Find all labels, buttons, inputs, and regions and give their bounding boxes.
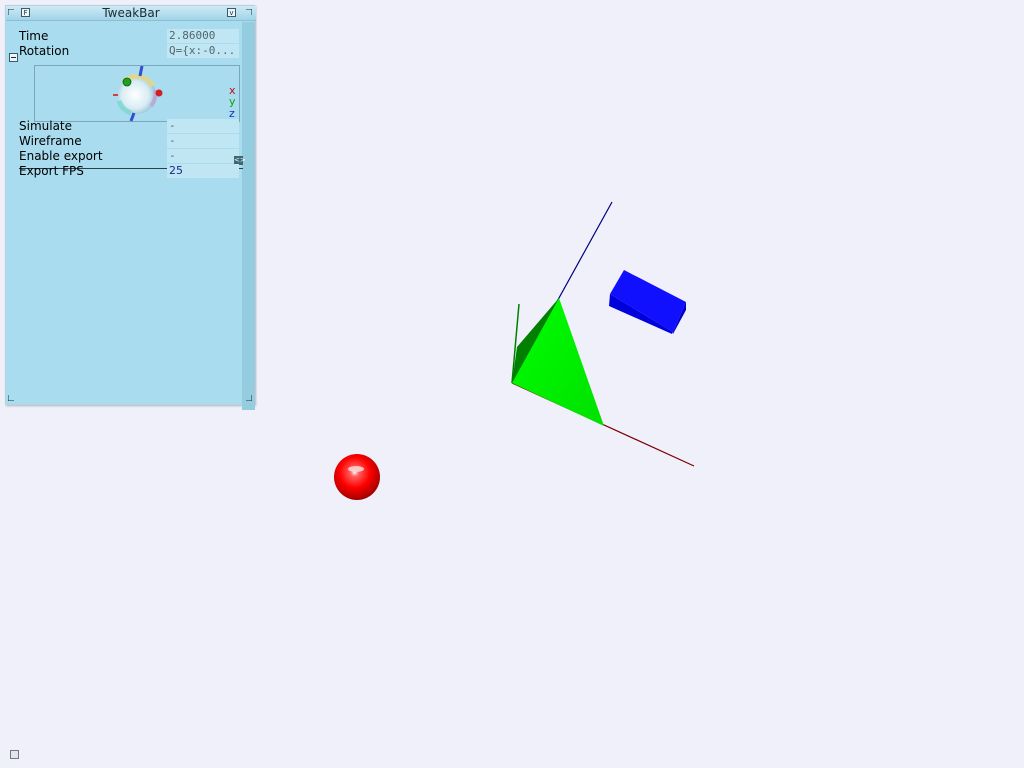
rotation-label: Rotation bbox=[19, 44, 70, 58]
row-time: Time 2.86000 bbox=[19, 29, 242, 44]
scrollbar[interactable] bbox=[242, 22, 255, 410]
resize-corner-bottom-left-icon[interactable] bbox=[8, 395, 14, 401]
time-label: Time bbox=[19, 29, 49, 43]
row-simulate[interactable]: Simulate - bbox=[19, 119, 242, 134]
tweakbar-panel[interactable]: F TweakBar v Time 2.86000 Rotation Q={x:… bbox=[5, 5, 256, 410]
tweakbar-titlebar[interactable]: F TweakBar v bbox=[6, 6, 256, 21]
row-rotation[interactable]: Rotation Q={x:-0... bbox=[19, 44, 242, 59]
simulate-label: Simulate bbox=[19, 119, 73, 133]
time-value: 2.86000 bbox=[167, 29, 239, 43]
row-export-fps[interactable]: Export FPS 25 bbox=[19, 164, 242, 179]
rotation-widget[interactable]: x y z bbox=[34, 65, 240, 122]
resize-corner-top-right-icon[interactable] bbox=[246, 9, 252, 15]
rotation-value[interactable]: Q={x:-0... bbox=[167, 44, 239, 58]
simulate-value[interactable]: - bbox=[167, 119, 239, 133]
enable-export-value[interactable]: - bbox=[167, 149, 239, 163]
tweakbar-title: TweakBar bbox=[102, 6, 160, 20]
arcball-sphere-icon[interactable]: x y z bbox=[35, 65, 241, 123]
minimize-button[interactable]: v bbox=[227, 8, 236, 17]
red-sphere-highlight bbox=[348, 466, 364, 472]
row-wireframe[interactable]: Wireframe - bbox=[19, 134, 242, 149]
rotation-collapse-icon[interactable] bbox=[9, 53, 18, 62]
pyramid-bright-face bbox=[512, 298, 604, 426]
row-enable-export[interactable]: Enable export - bbox=[19, 149, 242, 164]
enable-export-label: Enable export bbox=[19, 149, 103, 163]
wireframe-value[interactable]: - bbox=[167, 134, 239, 148]
resize-corner-bottom-right-icon[interactable] bbox=[246, 395, 252, 401]
red-sphere bbox=[334, 454, 380, 500]
export-fps-label: Export FPS bbox=[19, 164, 84, 178]
export-fps-value[interactable]: 25 bbox=[167, 164, 239, 178]
wireframe-label: Wireframe bbox=[19, 134, 82, 148]
window-icon[interactable] bbox=[10, 750, 19, 759]
